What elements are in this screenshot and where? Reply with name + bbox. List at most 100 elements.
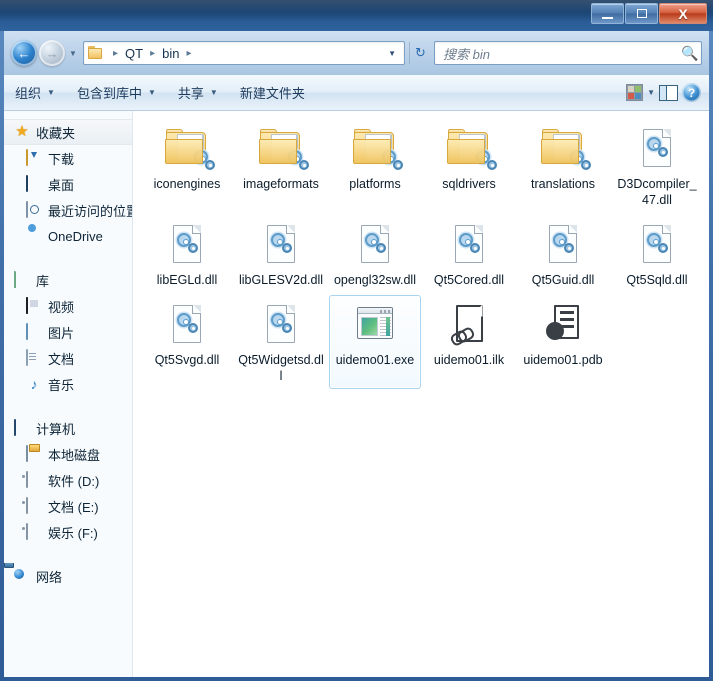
close-button[interactable]: X bbox=[659, 3, 707, 24]
help-icon[interactable]: ? bbox=[682, 83, 701, 102]
file-item[interactable]: opengl32sw.dll bbox=[329, 215, 421, 293]
file-item[interactable]: uidemo01.ilk bbox=[423, 295, 515, 389]
forward-button[interactable]: → bbox=[39, 40, 65, 66]
chevron-down-icon: ▼ bbox=[47, 88, 55, 97]
file-name: Qt5Widgetsd.dll bbox=[238, 353, 324, 383]
sidebar-item-computer-label: 计算机 bbox=[36, 421, 76, 437]
file-item[interactable]: uidemo01.pdb bbox=[517, 295, 609, 389]
breadcrumb-bar[interactable]: ▸ QT ▸ bin ▸ ▼ bbox=[83, 41, 405, 65]
sidebar-item-documents-label: 文档 bbox=[48, 351, 75, 367]
file-item[interactable]: Qt5Sqld.dll bbox=[611, 215, 703, 293]
breadcrumb-segment-bin[interactable]: bin bbox=[160, 45, 181, 62]
documents-icon bbox=[26, 349, 42, 366]
sidebar-item-desktop[interactable]: 桌面 bbox=[4, 171, 132, 197]
forward-arrow-icon: → bbox=[45, 45, 59, 61]
sidebar-item-libraries[interactable]: 库 bbox=[4, 267, 132, 293]
toolbar-item-include-in-library[interactable]: 包含到库中 ▼ bbox=[66, 79, 167, 106]
sidebar-item-libraries-label: 库 bbox=[36, 273, 50, 289]
command-bar: 组织 ▼ 包含到库中 ▼ 共享 ▼ 新建文件夹 ▼ ? bbox=[4, 75, 709, 111]
file-name: opengl32sw.dll bbox=[333, 273, 416, 287]
folder-icon bbox=[258, 126, 309, 172]
change-view-icon[interactable] bbox=[626, 84, 644, 101]
file-item[interactable]: imageformats bbox=[235, 119, 327, 213]
file-item[interactable]: D3Dcompiler_47.dll bbox=[611, 119, 703, 213]
toolbar-item-include-in-library-label: 包含到库中 bbox=[76, 86, 142, 101]
breadcrumb: ▸ QT ▸ bin ▸ bbox=[108, 45, 380, 62]
file-item[interactable]: Qt5Widgetsd.dll bbox=[235, 295, 327, 389]
sidebar-item-drive-d[interactable]: 软件 (D:) bbox=[4, 467, 132, 493]
file-list-pane[interactable]: iconengines imageformats platforms sqldr… bbox=[133, 111, 709, 677]
toolbar-item-share[interactable]: 共享 ▼ bbox=[167, 79, 229, 106]
breadcrumb-separator-0: ▸ bbox=[113, 47, 119, 59]
file-name: libGLESV2d.dll bbox=[238, 273, 324, 287]
file-item[interactable]: platforms bbox=[329, 119, 421, 213]
window-controls: X bbox=[590, 3, 707, 25]
folder-icon bbox=[446, 126, 497, 172]
file-item[interactable]: libGLESV2d.dll bbox=[235, 215, 327, 293]
sidebar-item-drive-e[interactable]: 文档 (E:) bbox=[4, 493, 132, 519]
drive-icon bbox=[26, 497, 42, 514]
file-item[interactable]: translations bbox=[517, 119, 609, 213]
maximize-icon bbox=[636, 9, 647, 18]
recent-places-icon bbox=[26, 201, 42, 218]
back-button[interactable]: ← bbox=[11, 40, 37, 66]
file-item[interactable]: sqldrivers bbox=[423, 119, 515, 213]
file-item[interactable]: Qt5Guid.dll bbox=[517, 215, 609, 293]
dll-file-icon bbox=[540, 222, 586, 268]
dll-file-icon bbox=[352, 222, 398, 268]
dll-file-icon bbox=[164, 222, 210, 268]
sidebar-item-drive-f[interactable]: 娱乐 (F:) bbox=[4, 519, 132, 545]
breadcrumb-separator-1[interactable]: ▸ bbox=[150, 48, 155, 59]
sidebar-item-computer[interactable]: 计算机 bbox=[4, 415, 132, 441]
file-name: platforms bbox=[349, 177, 401, 191]
sidebar-item-drive-f-label: 娱乐 (F:) bbox=[48, 525, 98, 541]
maximize-button[interactable] bbox=[625, 3, 658, 24]
change-view-dropdown-icon[interactable]: ▼ bbox=[647, 88, 655, 97]
refresh-button[interactable]: ↻ bbox=[409, 42, 431, 64]
nav-group-favorites: ★ 收藏夹 下载 桌面 最近访问的位置 OneDrive bbox=[4, 119, 132, 249]
file-name: Qt5Guid.dll bbox=[531, 273, 595, 287]
minimize-icon bbox=[602, 16, 613, 19]
pictures-icon bbox=[26, 323, 42, 340]
breadcrumb-segment-qt[interactable]: QT bbox=[123, 45, 145, 62]
dll-file-icon bbox=[164, 302, 210, 348]
breadcrumb-separator-2[interactable]: ▸ bbox=[186, 48, 191, 59]
sidebar-item-downloads[interactable]: 下载 bbox=[4, 145, 132, 171]
sidebar-item-documents[interactable]: 文档 bbox=[4, 345, 132, 371]
minimize-button[interactable] bbox=[591, 3, 624, 24]
toolbar-item-organize[interactable]: 组织 ▼ bbox=[4, 79, 66, 106]
content-area: ★ 收藏夹 下载 桌面 最近访问的位置 OneDrive 库 视频 图片 文档 … bbox=[4, 111, 709, 677]
search-input[interactable]: 搜索 bin bbox=[435, 44, 490, 63]
sidebar-item-local-disk[interactable]: 本地磁盘 bbox=[4, 441, 132, 467]
sidebar-item-videos-label: 视频 bbox=[48, 299, 75, 315]
sidebar-item-onedrive[interactable]: OneDrive bbox=[4, 223, 132, 249]
preview-pane-icon[interactable] bbox=[659, 84, 678, 101]
sidebar-item-pictures-label: 图片 bbox=[48, 325, 75, 341]
file-item[interactable]: libEGLd.dll bbox=[141, 215, 233, 293]
file-item[interactable]: iconengines bbox=[141, 119, 233, 213]
sidebar-item-pictures[interactable]: 图片 bbox=[4, 319, 132, 345]
history-dropdown-button[interactable]: ▼ bbox=[66, 49, 80, 58]
file-item-selected[interactable]: uidemo01.exe bbox=[329, 295, 421, 389]
file-item[interactable]: Qt5Svgd.dll bbox=[141, 295, 233, 389]
refresh-icon: ↻ bbox=[415, 45, 426, 60]
sidebar-item-drive-e-label: 文档 (E:) bbox=[48, 499, 99, 515]
sidebar-item-favorites[interactable]: ★ 收藏夹 bbox=[4, 119, 132, 145]
sidebar-item-recent-places-label: 最近访问的位置 bbox=[48, 203, 132, 219]
breadcrumb-dropdown-icon[interactable]: ▼ bbox=[380, 49, 404, 58]
navigation-pane[interactable]: ★ 收藏夹 下载 桌面 最近访问的位置 OneDrive 库 视频 图片 文档 … bbox=[4, 111, 133, 677]
toolbar-item-new-folder[interactable]: 新建文件夹 bbox=[229, 79, 316, 106]
search-box[interactable]: 搜索 bin 🔍 bbox=[434, 41, 702, 65]
dll-file-icon bbox=[634, 222, 680, 268]
sidebar-item-network[interactable]: 网络 bbox=[4, 563, 132, 589]
sidebar-item-music[interactable]: ♪ 音乐 bbox=[4, 371, 132, 397]
file-item[interactable]: Qt5Cored.dll bbox=[423, 215, 515, 293]
music-icon: ♪ bbox=[30, 376, 38, 392]
sidebar-item-videos[interactable]: 视频 bbox=[4, 293, 132, 319]
sidebar-item-recent-places[interactable]: 最近访问的位置 bbox=[4, 197, 132, 223]
drive-icon bbox=[26, 523, 42, 540]
dll-file-icon bbox=[634, 126, 680, 172]
